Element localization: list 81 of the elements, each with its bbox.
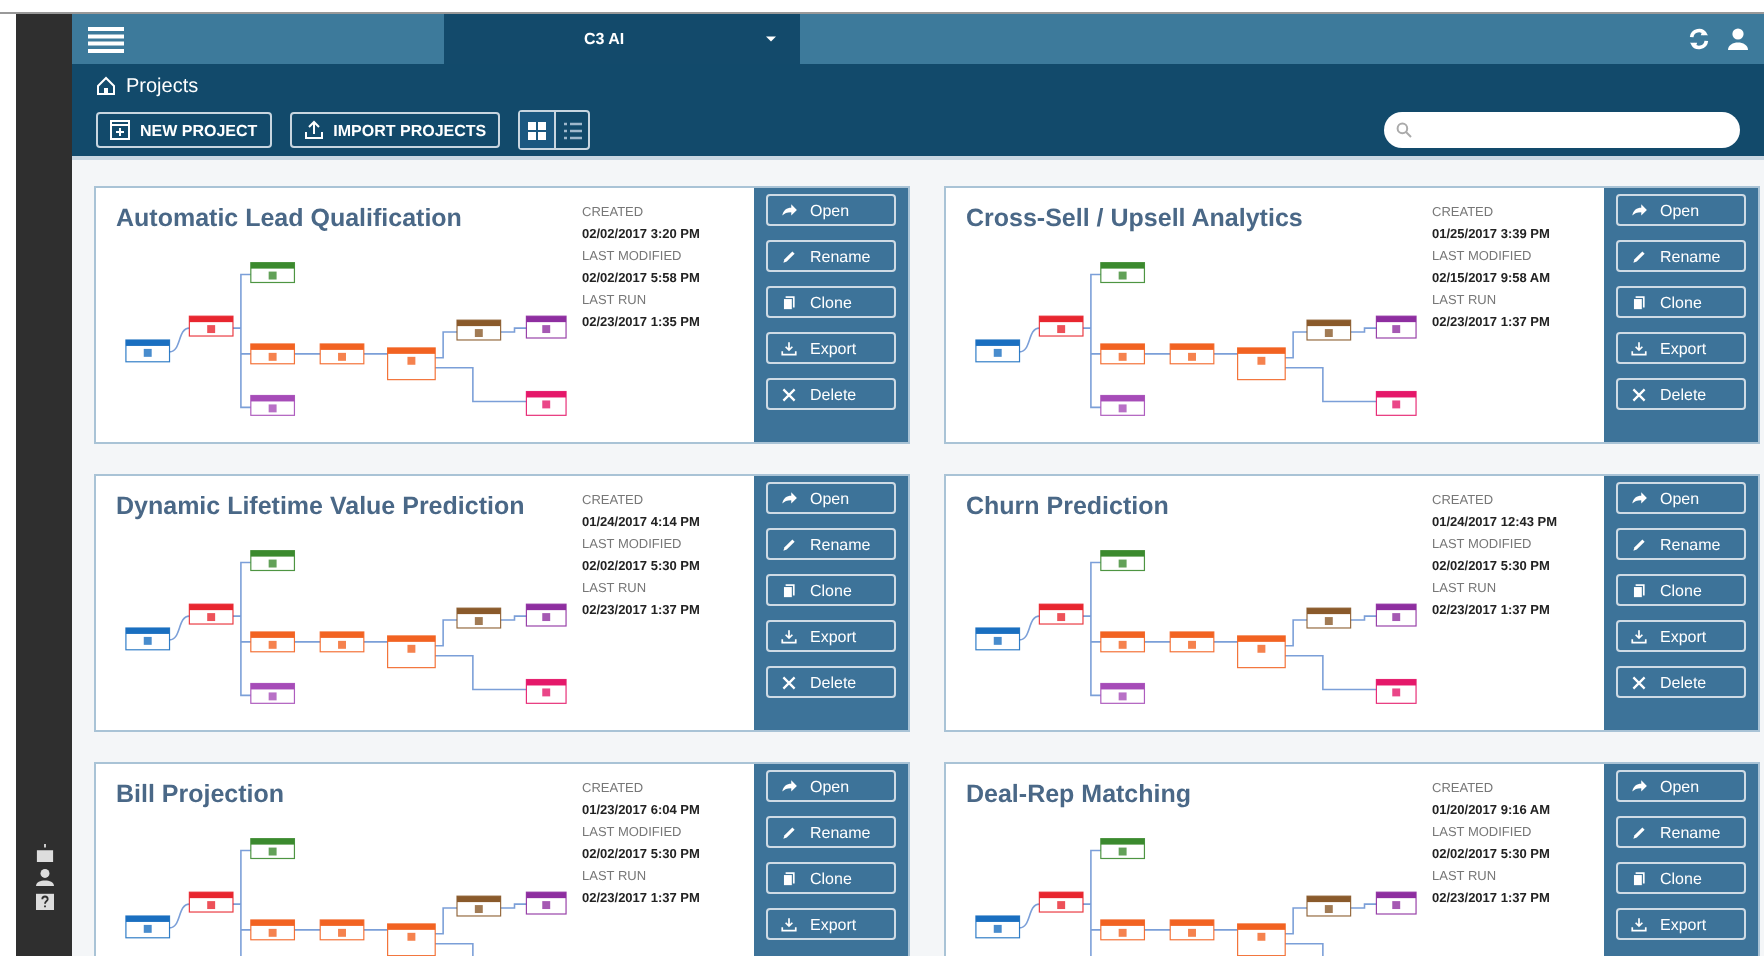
- clone-button[interactable]: Clone: [766, 286, 896, 318]
- open-button[interactable]: Open: [766, 770, 896, 802]
- pencil-icon: [780, 823, 798, 841]
- download-tray-icon: [780, 627, 798, 645]
- clone-button[interactable]: Clone: [1616, 574, 1746, 606]
- new-project-button[interactable]: NEW PROJECT: [96, 112, 272, 148]
- rename-button[interactable]: Rename: [1616, 240, 1746, 272]
- user-icon[interactable]: [1728, 28, 1748, 50]
- clone-button[interactable]: Clone: [766, 574, 896, 606]
- home-icon[interactable]: [96, 76, 116, 96]
- share-arrow-icon: [1630, 201, 1648, 219]
- export-button[interactable]: Export: [1616, 620, 1746, 652]
- search-icon: [1396, 122, 1412, 138]
- project-title: Deal-Rep Matching: [966, 780, 1194, 808]
- close-icon: [1630, 673, 1648, 691]
- caret-icon: [766, 36, 776, 42]
- pencil-icon: [1630, 247, 1648, 265]
- breadcrumb-title: Projects: [126, 75, 199, 97]
- delete-button[interactable]: Delete: [766, 378, 896, 410]
- clone-button[interactable]: Clone: [1616, 862, 1746, 894]
- project-title: Dynamic Lifetime Value Prediction: [116, 492, 527, 520]
- grid-view-button[interactable]: [520, 112, 555, 148]
- list-icon: [563, 121, 582, 139]
- grid-icon: [528, 121, 547, 139]
- delete-button[interactable]: Delete: [1616, 378, 1746, 410]
- export-button[interactable]: Export: [766, 908, 896, 940]
- open-button[interactable]: Open: [1616, 194, 1746, 226]
- delete-button[interactable]: Delete: [1616, 666, 1746, 698]
- share-arrow-icon: [1630, 777, 1648, 795]
- rename-button[interactable]: Rename: [766, 528, 896, 560]
- pencil-icon: [1630, 823, 1648, 841]
- rename-button[interactable]: Rename: [1616, 528, 1746, 560]
- clone-button[interactable]: Clone: [766, 862, 896, 894]
- download-tray-icon: [780, 915, 798, 933]
- download-tray-icon: [780, 339, 798, 357]
- copy-icon: [780, 869, 798, 887]
- open-button[interactable]: Open: [1616, 482, 1746, 514]
- upload-icon: [303, 120, 324, 140]
- rename-button[interactable]: Rename: [1616, 816, 1746, 848]
- copy-icon: [780, 581, 798, 599]
- rename-button[interactable]: Rename: [766, 240, 896, 272]
- close-icon: [780, 673, 798, 691]
- download-tray-icon: [1630, 627, 1648, 645]
- plus-box-icon: [110, 120, 130, 140]
- menu-icon[interactable]: [88, 25, 124, 53]
- export-button[interactable]: Export: [766, 332, 896, 364]
- refresh-icon[interactable]: [1688, 28, 1710, 50]
- export-button[interactable]: Export: [1616, 332, 1746, 364]
- project-title: Cross-Sell / Upsell Analytics: [966, 204, 1305, 232]
- project-title: Automatic Lead Qualification: [116, 204, 464, 232]
- open-button[interactable]: Open: [766, 482, 896, 514]
- pencil-icon: [780, 247, 798, 265]
- share-arrow-icon: [780, 489, 798, 507]
- share-arrow-icon: [780, 777, 798, 795]
- rename-button[interactable]: Rename: [766, 816, 896, 848]
- delete-button[interactable]: Delete: [766, 666, 896, 698]
- download-tray-icon: [1630, 339, 1648, 357]
- copy-icon: [780, 293, 798, 311]
- close-icon: [780, 385, 798, 403]
- share-arrow-icon: [780, 201, 798, 219]
- user-icon[interactable]: [35, 868, 53, 886]
- clone-button[interactable]: Clone: [1616, 286, 1746, 318]
- import-projects-button[interactable]: IMPORT PROJECTS: [289, 112, 501, 148]
- share-arrow-icon: [1630, 489, 1648, 507]
- download-tray-icon: [1630, 915, 1648, 933]
- cake-icon[interactable]: [35, 844, 53, 862]
- copy-icon: [1630, 293, 1648, 311]
- open-button[interactable]: Open: [1616, 770, 1746, 802]
- export-button[interactable]: Export: [1616, 908, 1746, 940]
- help-icon[interactable]: [35, 892, 53, 910]
- project-title: Bill Projection: [116, 780, 287, 808]
- close-icon: [1630, 385, 1648, 403]
- copy-icon: [1630, 869, 1648, 887]
- pencil-icon: [780, 535, 798, 553]
- project-title: Churn Prediction: [966, 492, 1171, 520]
- copy-icon: [1630, 581, 1648, 599]
- pencil-icon: [1630, 535, 1648, 553]
- app-selector[interactable]: C3 AI: [444, 14, 800, 64]
- export-button[interactable]: Export: [766, 620, 896, 652]
- open-button[interactable]: Open: [766, 194, 896, 226]
- search-field[interactable]: [1384, 112, 1740, 148]
